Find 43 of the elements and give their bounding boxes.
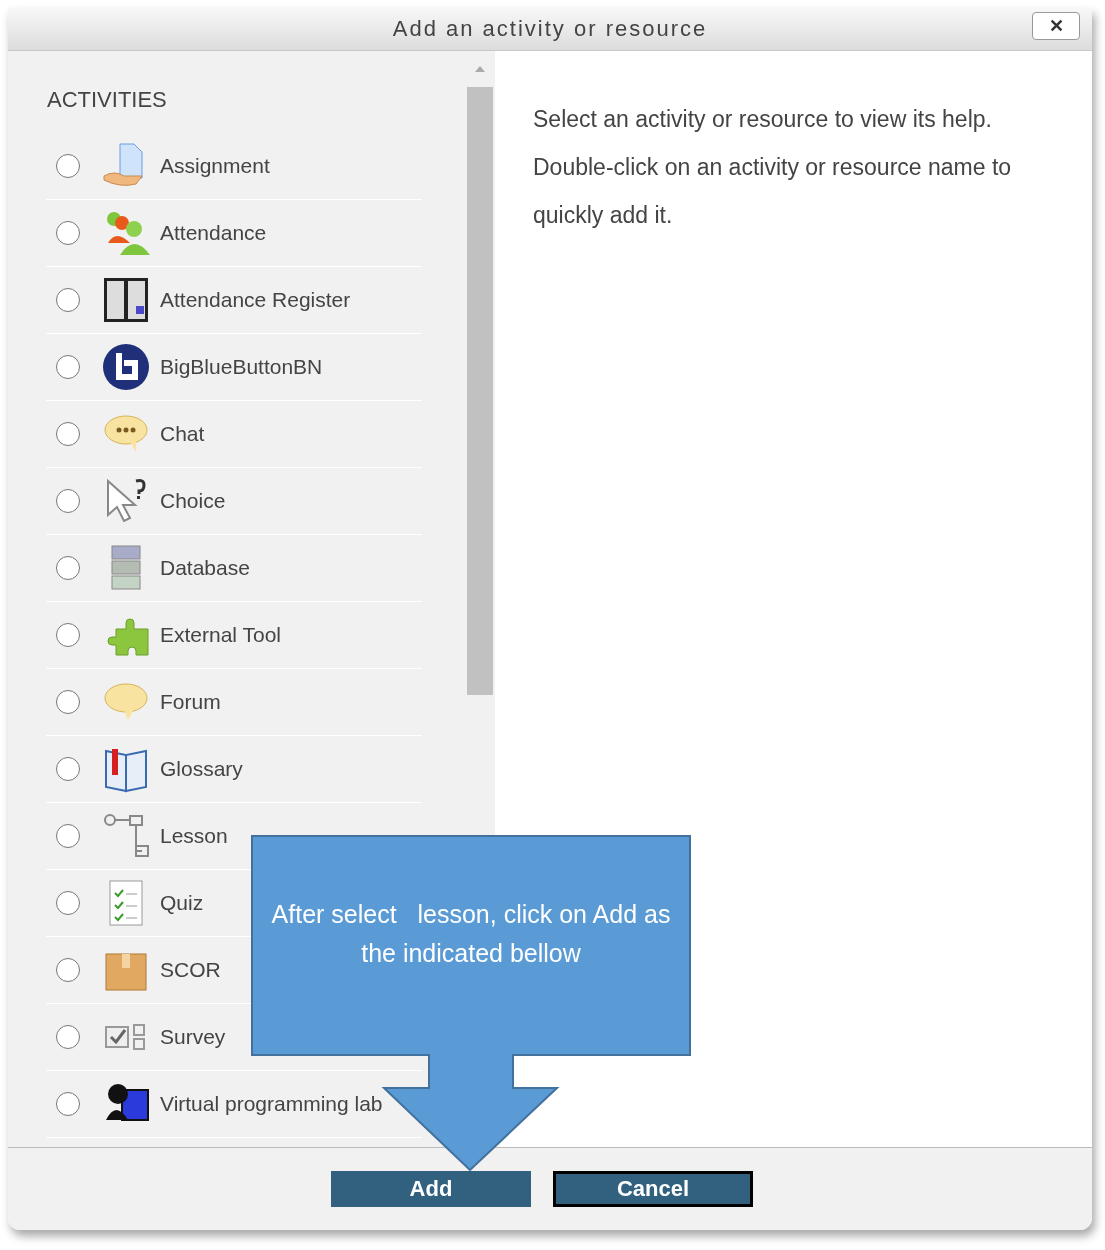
scroll-up-icon[interactable] <box>474 65 486 73</box>
radio-button[interactable] <box>56 355 80 379</box>
radio-button[interactable] <box>56 757 80 781</box>
radio-button[interactable] <box>56 1025 80 1049</box>
radio-button[interactable] <box>56 154 80 178</box>
radio-button[interactable] <box>56 891 80 915</box>
activity-label[interactable]: Forum <box>160 690 221 714</box>
activity-label[interactable]: BigBlueButtonBN <box>160 355 323 379</box>
activity-label[interactable]: Choice <box>160 489 226 513</box>
activity-label[interactable]: Assignment <box>160 154 270 178</box>
activity-label[interactable]: SCOR <box>160 958 221 982</box>
activity-label[interactable]: Quiz <box>160 891 204 915</box>
radio-button[interactable] <box>56 422 80 446</box>
radio-button[interactable] <box>56 288 80 312</box>
activity-label[interactable]: External Tool <box>160 623 282 647</box>
activity-label[interactable]: Virtual programming lab <box>160 1092 383 1116</box>
register-book-icon <box>102 276 150 324</box>
b-logo-icon <box>102 343 150 391</box>
flowchart-icon <box>102 812 150 860</box>
help-text: Select an activity or resource to view its help. <box>533 105 993 134</box>
close-button[interactable]: ✕ <box>1032 12 1080 40</box>
scrollbar-thumb[interactable] <box>467 87 493 695</box>
cancel-button[interactable]: Cancel <box>553 1171 753 1207</box>
activity-label[interactable]: Glossary <box>160 757 243 781</box>
activity-label[interactable]: Attendance <box>160 221 267 245</box>
radio-button[interactable] <box>56 556 80 580</box>
radio-button[interactable] <box>56 1092 80 1116</box>
activity-label[interactable]: Survey <box>160 1025 226 1049</box>
activity-label[interactable]: Chat <box>160 422 205 446</box>
radio-button[interactable] <box>56 489 80 513</box>
radio-button[interactable] <box>56 221 80 245</box>
activity-label[interactable]: Database <box>160 556 250 580</box>
radio-button[interactable] <box>56 958 80 982</box>
radio-button[interactable] <box>56 623 80 647</box>
section-heading: ACTIVITIES <box>47 87 168 113</box>
radio-button[interactable] <box>56 690 80 714</box>
activity-label[interactable]: Lesson <box>160 824 228 848</box>
callout-text: After select lesson, click on Add as the indicated bellow <box>270 899 672 969</box>
dialog-title: Add an activity or resource <box>392 16 708 42</box>
radio-button[interactable] <box>56 824 80 848</box>
activity-label[interactable]: Attendance Register <box>160 288 351 312</box>
help-text: Double-click on an activity or resource name to quickly add it. <box>533 153 1013 230</box>
add-button[interactable]: Add <box>331 1171 531 1207</box>
